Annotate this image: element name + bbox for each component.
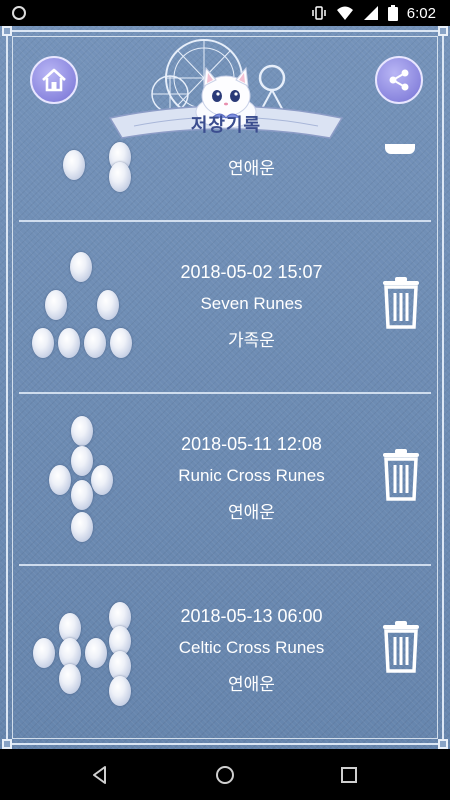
rune-stone xyxy=(70,252,92,282)
frame-corner xyxy=(2,739,12,749)
rune-stone xyxy=(97,290,119,320)
record-date: 2018-05-13 06:00 xyxy=(180,606,323,626)
rune-stone xyxy=(63,150,85,180)
signal-icon xyxy=(363,6,378,20)
vibrate-icon xyxy=(312,6,326,20)
trash-icon[interactable] xyxy=(385,144,415,154)
rune-stone xyxy=(91,465,113,495)
rune-stone xyxy=(58,328,80,358)
status-time: 6:02 xyxy=(406,4,436,22)
sync-icon xyxy=(12,6,26,20)
navigation-bar xyxy=(0,749,450,800)
rune-stone xyxy=(71,480,93,510)
list-item[interactable]: 2018-05-02 15:07 Seven Runes 가족운 xyxy=(19,222,431,394)
rune-stone xyxy=(85,638,107,668)
record-title: Seven Runes xyxy=(200,294,303,313)
page-title: 저장기록 xyxy=(190,115,262,135)
app-screen: 연애운 2018-05-02 15:07 Seven Runes 가족운 201… xyxy=(0,26,450,749)
rune-stone xyxy=(84,328,106,358)
rune-stone xyxy=(110,328,132,358)
record-fortune: 연애운 xyxy=(228,503,275,522)
record-fortune: 가족운 xyxy=(228,331,275,350)
rune-stone xyxy=(71,512,93,542)
rune-stone xyxy=(109,162,131,192)
record-title: Celtic Cross Runes xyxy=(178,638,325,657)
list-item[interactable]: 2018-05-11 12:08 Runic Cross Runes 연애운 xyxy=(19,394,431,566)
rune-stone xyxy=(32,328,54,358)
rune-stone xyxy=(33,638,55,668)
back-icon[interactable] xyxy=(88,763,112,787)
record-title: Runic Cross Runes xyxy=(178,466,325,485)
list-item[interactable]: 2018-05-13 06:00 Celtic Cross Runes 연애운 xyxy=(19,566,431,749)
trash-icon[interactable] xyxy=(381,449,421,501)
wifi-icon xyxy=(336,6,353,20)
status-bar: 6:02 xyxy=(0,0,450,26)
rune-stone xyxy=(71,446,93,476)
rune-stone xyxy=(109,676,131,706)
record-fortune: 연애운 xyxy=(228,675,275,694)
home-icon xyxy=(42,68,66,92)
trash-icon[interactable] xyxy=(381,277,421,329)
share-button[interactable] xyxy=(375,56,423,104)
record-fortune: 연애운 xyxy=(228,159,275,178)
record-date: 2018-05-11 12:08 xyxy=(181,434,322,454)
battery-icon xyxy=(387,5,398,21)
share-icon xyxy=(389,69,409,91)
rune-stone xyxy=(45,290,67,320)
home-nav-icon[interactable] xyxy=(213,763,237,787)
rune-stone xyxy=(59,664,81,694)
header: 저장기록 xyxy=(0,26,450,141)
frame-corner xyxy=(438,739,448,749)
record-date: 2018-05-02 15:07 xyxy=(180,262,323,282)
home-button[interactable] xyxy=(30,56,78,104)
rune-stone xyxy=(49,465,71,495)
recents-icon[interactable] xyxy=(337,763,361,787)
rune-stone xyxy=(71,416,93,446)
trash-icon[interactable] xyxy=(381,621,421,673)
